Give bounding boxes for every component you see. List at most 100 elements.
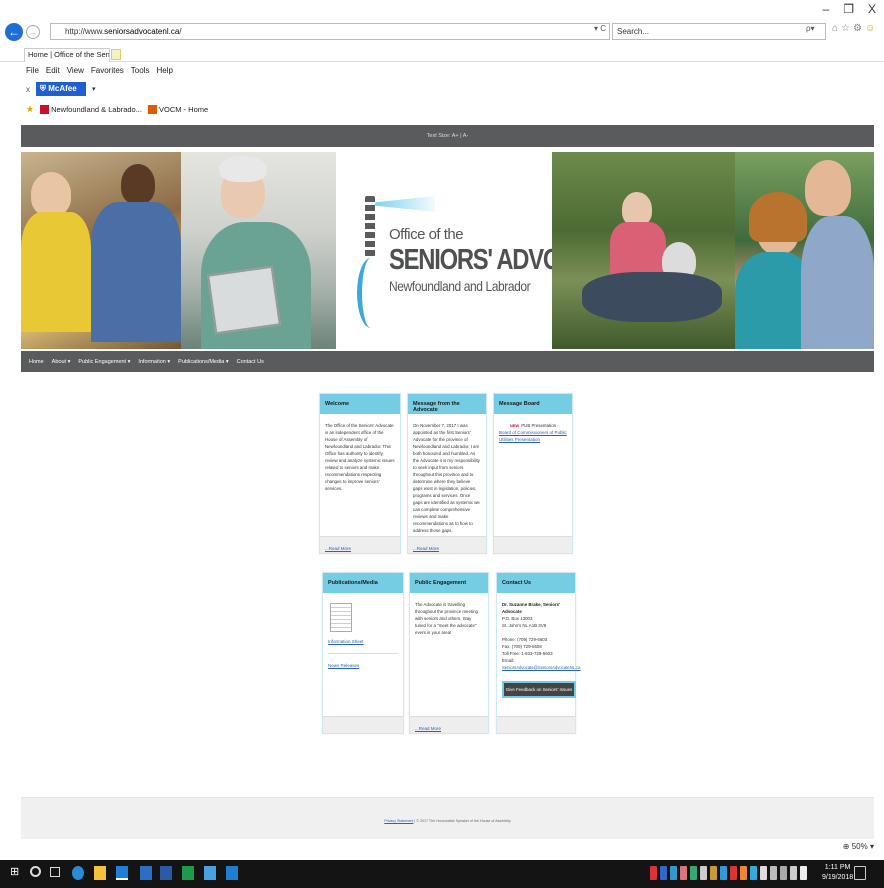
logo-line-1: Office of the [389,226,464,243]
app-icon[interactable] [204,866,216,880]
back-button[interactable]: ← [5,23,23,41]
nav-public-engagement[interactable]: Public Engagement ▾ [78,359,130,365]
zoom-icon: ⊕ [842,842,850,851]
tray-icon[interactable] [690,866,697,880]
nav-publications-media[interactable]: Publications/Media ▾ [178,359,228,365]
search-icon[interactable]: ρ▾ [806,24,815,33]
favorite-vocm-label: VOCM - Home [158,104,209,114]
skype-icon[interactable] [226,866,238,880]
card-publications-title: Publications/Media [323,573,403,593]
tray-icon[interactable] [700,866,707,880]
give-feedback-button[interactable]: Give Feedback on Seniors' Issues [502,681,576,698]
tab-home[interactable]: Home | Office of the Senior... × [24,48,110,62]
card-public-engagement: Public Engagement The Advocate is travel… [409,572,489,734]
menu-file[interactable]: File [26,66,39,75]
refresh-button[interactable]: ▾ C [594,24,606,33]
tray-icon[interactable] [750,866,757,880]
tab-row: Home | Office of the Senior... × [0,46,884,62]
restore-button[interactable]: ❐ [843,2,854,16]
minimize-button[interactable]: – [823,2,830,16]
pub-presentation-link[interactable]: Board of Commissioners of Public Utiliti… [499,430,567,442]
menu-tools[interactable]: Tools [131,66,150,75]
tray-icon[interactable] [670,866,677,880]
card-contact-body: Dr. Suzanne Brake, Seniors' Advocate P.O… [497,593,581,706]
divider [328,653,398,654]
close-button[interactable]: X [868,2,876,16]
contact-phone[interactable]: Phone: (709) 729-6603 [502,636,570,643]
card-welcome-title: Welcome [320,394,400,414]
mcafee-dropdown-icon[interactable]: ▾ [92,85,96,93]
forward-button[interactable]: → [26,25,40,39]
nav-about[interactable]: About ▾ [52,359,71,365]
notification-center-icon[interactable] [854,866,866,880]
excel-icon[interactable] [182,866,194,880]
keyboard-icon[interactable] [800,866,807,880]
volume-icon[interactable] [790,866,797,880]
address-suffix: / [179,27,182,36]
nav-home[interactable]: Home [29,359,44,365]
nav-contact-us[interactable]: Contact Us [237,359,264,365]
new-tab-button[interactable] [111,49,121,60]
zoom-control[interactable]: ⊕ 50% ▾ [843,842,874,851]
mcafee-button[interactable]: ⛨ McAfee [36,82,86,96]
engagement-read-more-link[interactable]: ...Read More [415,726,441,731]
system-clock[interactable]: 1:11 PM 9/19/2018 [822,863,853,883]
nav-information-label: Information [138,358,166,365]
menu-help[interactable]: Help [156,66,172,75]
contact-email-link[interactable]: SeniorsAdvocate@SeniorsAdvocateNL.ca [502,665,581,670]
cortana-icon[interactable] [30,866,41,877]
card-welcome-footer: ...Read More [320,536,400,553]
menu-view[interactable]: View [67,66,84,75]
banner-photo-grandparent-children [552,152,735,349]
card-contact-footer [497,716,575,733]
information-sheet-link[interactable]: Information Sheet [328,639,364,644]
text-size-control[interactable]: Text Size: A+ | A- [427,133,469,139]
information-sheet-thumbnail[interactable] [330,603,352,632]
favorites-star-icon[interactable]: ☆ [841,23,850,34]
tray-icon[interactable] [710,866,717,880]
tray-icon[interactable] [660,866,667,880]
menu-favorites[interactable]: Favorites [91,66,124,75]
tray-icon[interactable] [720,866,727,880]
news-releases-link[interactable]: News Releases [328,663,359,668]
tray-icon[interactable] [760,866,767,880]
nav-about-label: About [51,358,67,365]
card-engagement-body: The Advocate is travelling throughout th… [415,602,478,635]
word-icon[interactable] [160,866,172,880]
contact-tollfree[interactable]: Toll Free: 1-833-729-6603 [502,650,570,657]
edge-browser-icon[interactable] [72,866,84,880]
menu-edit[interactable]: Edit [46,66,60,75]
settings-gear-icon[interactable]: ⚙ [853,23,862,34]
mcafee-close-button[interactable]: x [26,85,30,94]
browser-tools: ⌂ ☆ ⚙ ☺ [832,23,875,34]
tray-icon[interactable] [770,866,777,880]
card-welcome-body: The Office of the Seniors' Advocate is a… [325,423,395,491]
card-contact-title: Contact Us [497,573,575,593]
tray-icon[interactable] [740,866,747,880]
favorite-vocm[interactable]: VOCM - Home [147,104,209,115]
card-message: Message from the Advocate On November 7,… [407,393,487,554]
contact-fax[interactable]: Fax: (709) 729-6608 [502,643,570,650]
outlook-icon[interactable] [140,866,152,880]
home-icon[interactable]: ⌂ [832,23,838,34]
task-view-icon[interactable] [50,867,60,877]
card-publications-body: Information Sheet News Releases [323,593,403,677]
welcome-read-more-link[interactable]: ...Read More [325,546,351,551]
tray-icon[interactable] [680,866,687,880]
file-explorer-icon[interactable] [94,866,106,880]
nav-information[interactable]: Information ▾ [138,359,170,365]
message-read-more-link[interactable]: ...Read More [413,546,439,551]
search-input[interactable]: Search... [612,23,826,40]
address-bar[interactable]: http://www.seniorsadvocatenl.ca/ [50,23,610,40]
tray-icon[interactable] [650,866,657,880]
network-icon[interactable] [780,866,787,880]
windows-start-icon[interactable]: ⊞ [10,865,22,879]
internet-explorer-icon[interactable] [116,866,128,880]
favorite-nl[interactable]: Newfoundland & Labrado... [40,105,142,115]
contact-address-1: P.O. Box 13003 [502,616,533,621]
feedback-smiley-icon[interactable]: ☺ [865,23,875,34]
privacy-statement-link[interactable]: Privacy Statement [384,819,413,823]
tray-icon[interactable] [730,866,737,880]
card-message-footer: ...Read More [408,536,486,553]
